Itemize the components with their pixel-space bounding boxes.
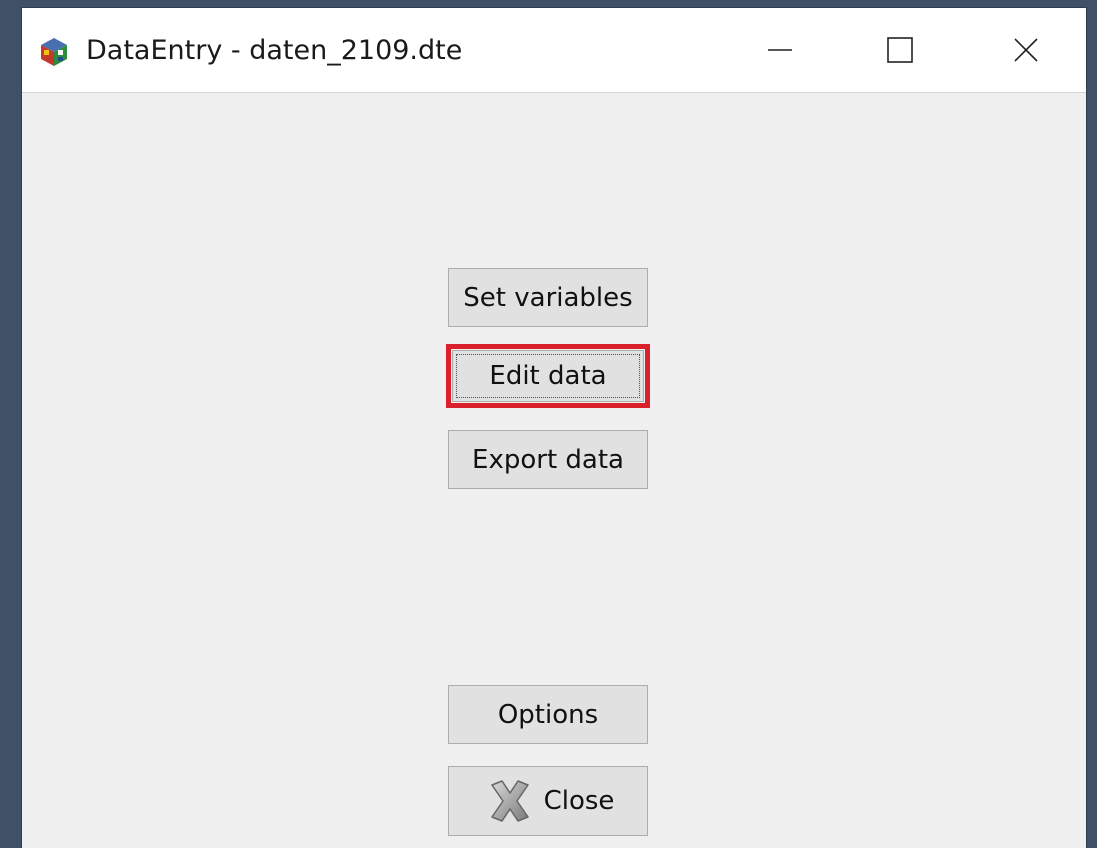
app-cube-icon (41, 38, 67, 66)
export-data-label: Export data (472, 444, 624, 475)
close-label: Close (543, 786, 615, 816)
title-bar[interactable]: DataEntry - daten_2109.dte (22, 8, 1086, 93)
set-variables-label: Set variables (463, 282, 633, 313)
maximize-icon (887, 37, 913, 63)
maximize-button[interactable] (868, 26, 932, 74)
edit-data-button[interactable]: Edit data (446, 344, 650, 408)
close-window-button[interactable] (994, 26, 1058, 74)
close-button[interactable]: Close (448, 766, 648, 836)
close-window-icon (1014, 38, 1038, 62)
options-label: Options (497, 699, 599, 730)
focus-ring (456, 354, 640, 398)
minimize-button[interactable] (748, 26, 812, 74)
export-data-button[interactable]: Export data (448, 430, 648, 489)
app-window: DataEntry - daten_2109.dte Set variables… (22, 8, 1086, 848)
close-x-icon (490, 780, 529, 822)
minimize-icon (768, 49, 792, 51)
set-variables-button[interactable]: Set variables (448, 268, 648, 327)
window-title: DataEntry - daten_2109.dte (86, 35, 463, 66)
options-button[interactable]: Options (448, 685, 648, 744)
